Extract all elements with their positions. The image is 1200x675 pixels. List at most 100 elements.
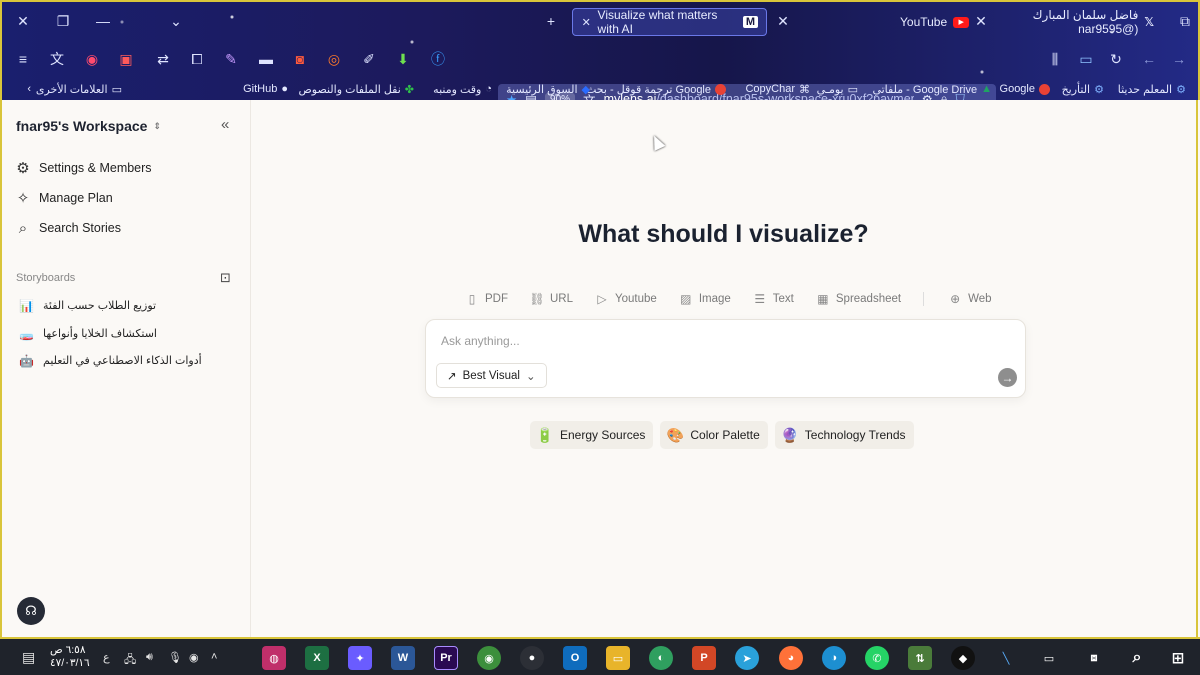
microphone-icon[interactable]: 🎙︎ — [168, 651, 182, 664]
pinned-app-icon[interactable]: ◍ — [262, 646, 286, 670]
visual-mode-dropdown[interactable]: ↗ Best Visual ⌄ — [436, 363, 547, 388]
window-icon[interactable]: ▭ — [1037, 646, 1061, 670]
back-icon[interactable]: → — [1168, 48, 1190, 70]
firefox-icon[interactable]: ◕ — [773, 639, 809, 675]
close-tab-icon[interactable]: ✕ — [581, 16, 592, 29]
f-extension-icon[interactable]: ⓕ — [427, 48, 449, 70]
source-text[interactable]: ☰ Text — [753, 292, 793, 306]
new-badge-extension-icon[interactable]: ▣ — [115, 48, 137, 70]
copilot-icon[interactable]: ✦ — [348, 646, 372, 670]
page-title: What should I visualize? — [578, 220, 869, 248]
chevron-up-icon[interactable]: ˄ — [211, 651, 217, 663]
storyboard-item[interactable]: 📊 توزيع الطلاب حسب الفئة — [18, 298, 156, 313]
workspace-switcher[interactable]: fnar95's Workspace ⇕ — [16, 118, 161, 134]
outlook-icon[interactable]: O — [563, 646, 587, 670]
navigation-toolbar: ≡ 文 ◉ ▣ ⇄ ⧠ ✎ ▬ ◙ ◎ ✐ ⬇ ⓕ ★ ▤ 90% 文 myle… — [2, 42, 1198, 114]
support-headset-icon[interactable]: ☊ — [17, 597, 45, 625]
close-window-icon[interactable]: ✕ — [12, 10, 34, 32]
ask-input[interactable] — [441, 334, 981, 348]
bookmark-other[interactable]: العلامات الأخرى ▭ — [36, 79, 122, 99]
bookmark-item[interactable]: المعلم حديثا ⚙ — [1118, 79, 1186, 99]
chevron-updown-icon: ⇕ — [153, 120, 162, 131]
notifications-icon[interactable]: ▤ — [22, 649, 35, 666]
puzzle-extension-icon[interactable]: ⧠ — [186, 48, 208, 70]
premiere-icon[interactable]: Pr — [434, 646, 458, 670]
telegram-icon[interactable]: ➤ — [735, 646, 759, 670]
recorder-tray-icon[interactable]: ◉ — [189, 651, 199, 664]
drive-sync-icon[interactable]: ⇅ — [908, 646, 932, 670]
send-button[interactable]: → — [998, 368, 1017, 387]
collapse-sidebar-icon[interactable]: « — [221, 116, 229, 133]
bookmark-item[interactable]: السوق الرئيسية ◆ — [506, 79, 590, 99]
sidebar-item-search[interactable]: ⌕ Search Stories — [14, 219, 121, 237]
input-language[interactable]: ع — [103, 651, 110, 664]
pen-tool-icon[interactable]: ╲ — [994, 646, 1018, 670]
source-web[interactable]: ⊕ Web — [948, 292, 991, 306]
whatsapp-icon[interactable]: ✆ — [865, 646, 889, 670]
bookmark-item[interactable]: GitHub ● — [243, 79, 288, 99]
source-youtube[interactable]: ▷ Youtube — [595, 292, 656, 306]
search-icon[interactable]: ⌕ — [1125, 646, 1149, 670]
suggestion-technology-trends[interactable]: 🔮 Technology Trends — [774, 421, 914, 449]
bookmark-item[interactable]: ملفاتي - Google Drive ▲ — [872, 79, 992, 99]
sidebar-item-settings[interactable]: ⚙ Settings & Members — [14, 159, 151, 177]
source-image[interactable]: ▨ Image — [679, 292, 731, 306]
volume-icon[interactable]: 🔊︎ — [146, 651, 153, 664]
task-view-icon[interactable]: ⧈ — [1082, 646, 1106, 670]
reload-icon[interactable]: ↻ — [1105, 48, 1127, 70]
word-icon[interactable]: W — [391, 646, 415, 670]
tab-overview-icon[interactable]: ⧉ — [1174, 10, 1196, 32]
bookmark-item[interactable]: التأريخ ⚙ — [1062, 79, 1104, 99]
tab-mylens[interactable]: ✕ Visualize what matters with AI M — [572, 8, 767, 36]
bookmark-item[interactable]: يومـي ▭ — [817, 79, 858, 99]
edge-canary-icon[interactable]: ◐ — [649, 646, 673, 670]
suggestion-chips: 🔋 Energy Sources 🎨 Color Palette 🔮 Techn… — [530, 421, 914, 449]
powerpoint-icon[interactable]: P — [692, 646, 716, 670]
edge-icon[interactable]: ◑ — [822, 646, 846, 670]
chevron-down-icon[interactable]: ⌄ — [165, 10, 187, 32]
inkscape-icon[interactable]: ◆ — [951, 646, 975, 670]
sidebar-item-manage-plan[interactable]: ✧ Manage Plan — [14, 189, 113, 207]
close-tab-icon[interactable]: ✕ — [772, 10, 794, 32]
storyboard-item[interactable]: 🧫 استكشاف الخلايا وأنواعها — [18, 326, 157, 341]
windows-start-icon[interactable]: ⊞ — [1166, 646, 1190, 670]
bookmark-item[interactable]: نقل الملفات والنصوص ✤ — [298, 79, 414, 99]
chevron-left-icon[interactable]: ‹ — [27, 79, 31, 99]
new-storyboard-icon[interactable]: ⊡ — [220, 270, 231, 286]
source-url[interactable]: ⛓ URL — [529, 292, 573, 306]
translate-extension-icon[interactable]: 文 — [46, 48, 68, 70]
chrome-icon[interactable]: ◉ — [477, 646, 501, 670]
camera-extension-icon[interactable]: ◙ — [289, 48, 311, 70]
system-clock[interactable]: ٦:٥٨ ص ٤٧/٠٣/١٦ — [50, 644, 95, 670]
bookmark-item[interactable]: وقت ومنبه ◔ — [433, 79, 492, 99]
network-icon[interactable]: 🖧︎ — [124, 651, 136, 670]
suggestion-energy-sources[interactable]: 🔋 Energy Sources — [530, 421, 654, 449]
clapper-extension-icon[interactable]: ▬ — [255, 48, 277, 70]
tab-youtube[interactable]: YouTube ▶ — [892, 8, 977, 36]
library-icon[interactable]: ⫼ — [1044, 48, 1066, 70]
source-pdf[interactable]: ▯ PDF — [465, 292, 508, 306]
tab-x[interactable]: فاضل سلمان المبارك (@nar9595 𝕏 — [987, 8, 1162, 36]
bookmark-item[interactable]: ترجمة قوقل - بحث Google — [586, 79, 726, 99]
bookmark-item[interactable]: CopyChar ⌘ — [745, 79, 810, 99]
suggestion-color-palette[interactable]: 🎨 Color Palette — [660, 421, 768, 449]
record-extension-icon[interactable]: ◉ — [81, 48, 103, 70]
feather-extension-icon[interactable]: ✎ — [220, 48, 242, 70]
source-spreadsheet[interactable]: ▦ Spreadsheet — [816, 292, 901, 306]
file-explorer-icon[interactable]: ▭ — [606, 646, 630, 670]
storyboard-item[interactable]: 🤖 أدوات الذكاء الاصطناعي في التعليم — [18, 353, 202, 368]
excel-icon[interactable]: X — [305, 646, 329, 670]
target-extension-icon[interactable]: ◎ — [323, 48, 345, 70]
downloads-folder-icon[interactable]: ▭ — [1075, 48, 1097, 70]
translate-tool-icon[interactable]: ⇄ — [152, 48, 174, 70]
menu-icon[interactable]: ≡ — [12, 48, 34, 70]
download-extension-icon[interactable]: ⬇ — [392, 48, 414, 70]
restore-window-icon[interactable]: ❐ — [52, 10, 74, 32]
pen-extension-icon[interactable]: ✐ — [358, 48, 380, 70]
minimize-window-icon[interactable]: — — [92, 10, 114, 32]
forward-icon[interactable]: ← — [1138, 48, 1160, 70]
image-icon: ▨ — [680, 292, 692, 306]
new-tab-icon[interactable]: + — [540, 10, 562, 32]
bookmark-item[interactable]: Google — [1000, 79, 1050, 99]
recorder-icon[interactable]: ● — [520, 646, 544, 670]
